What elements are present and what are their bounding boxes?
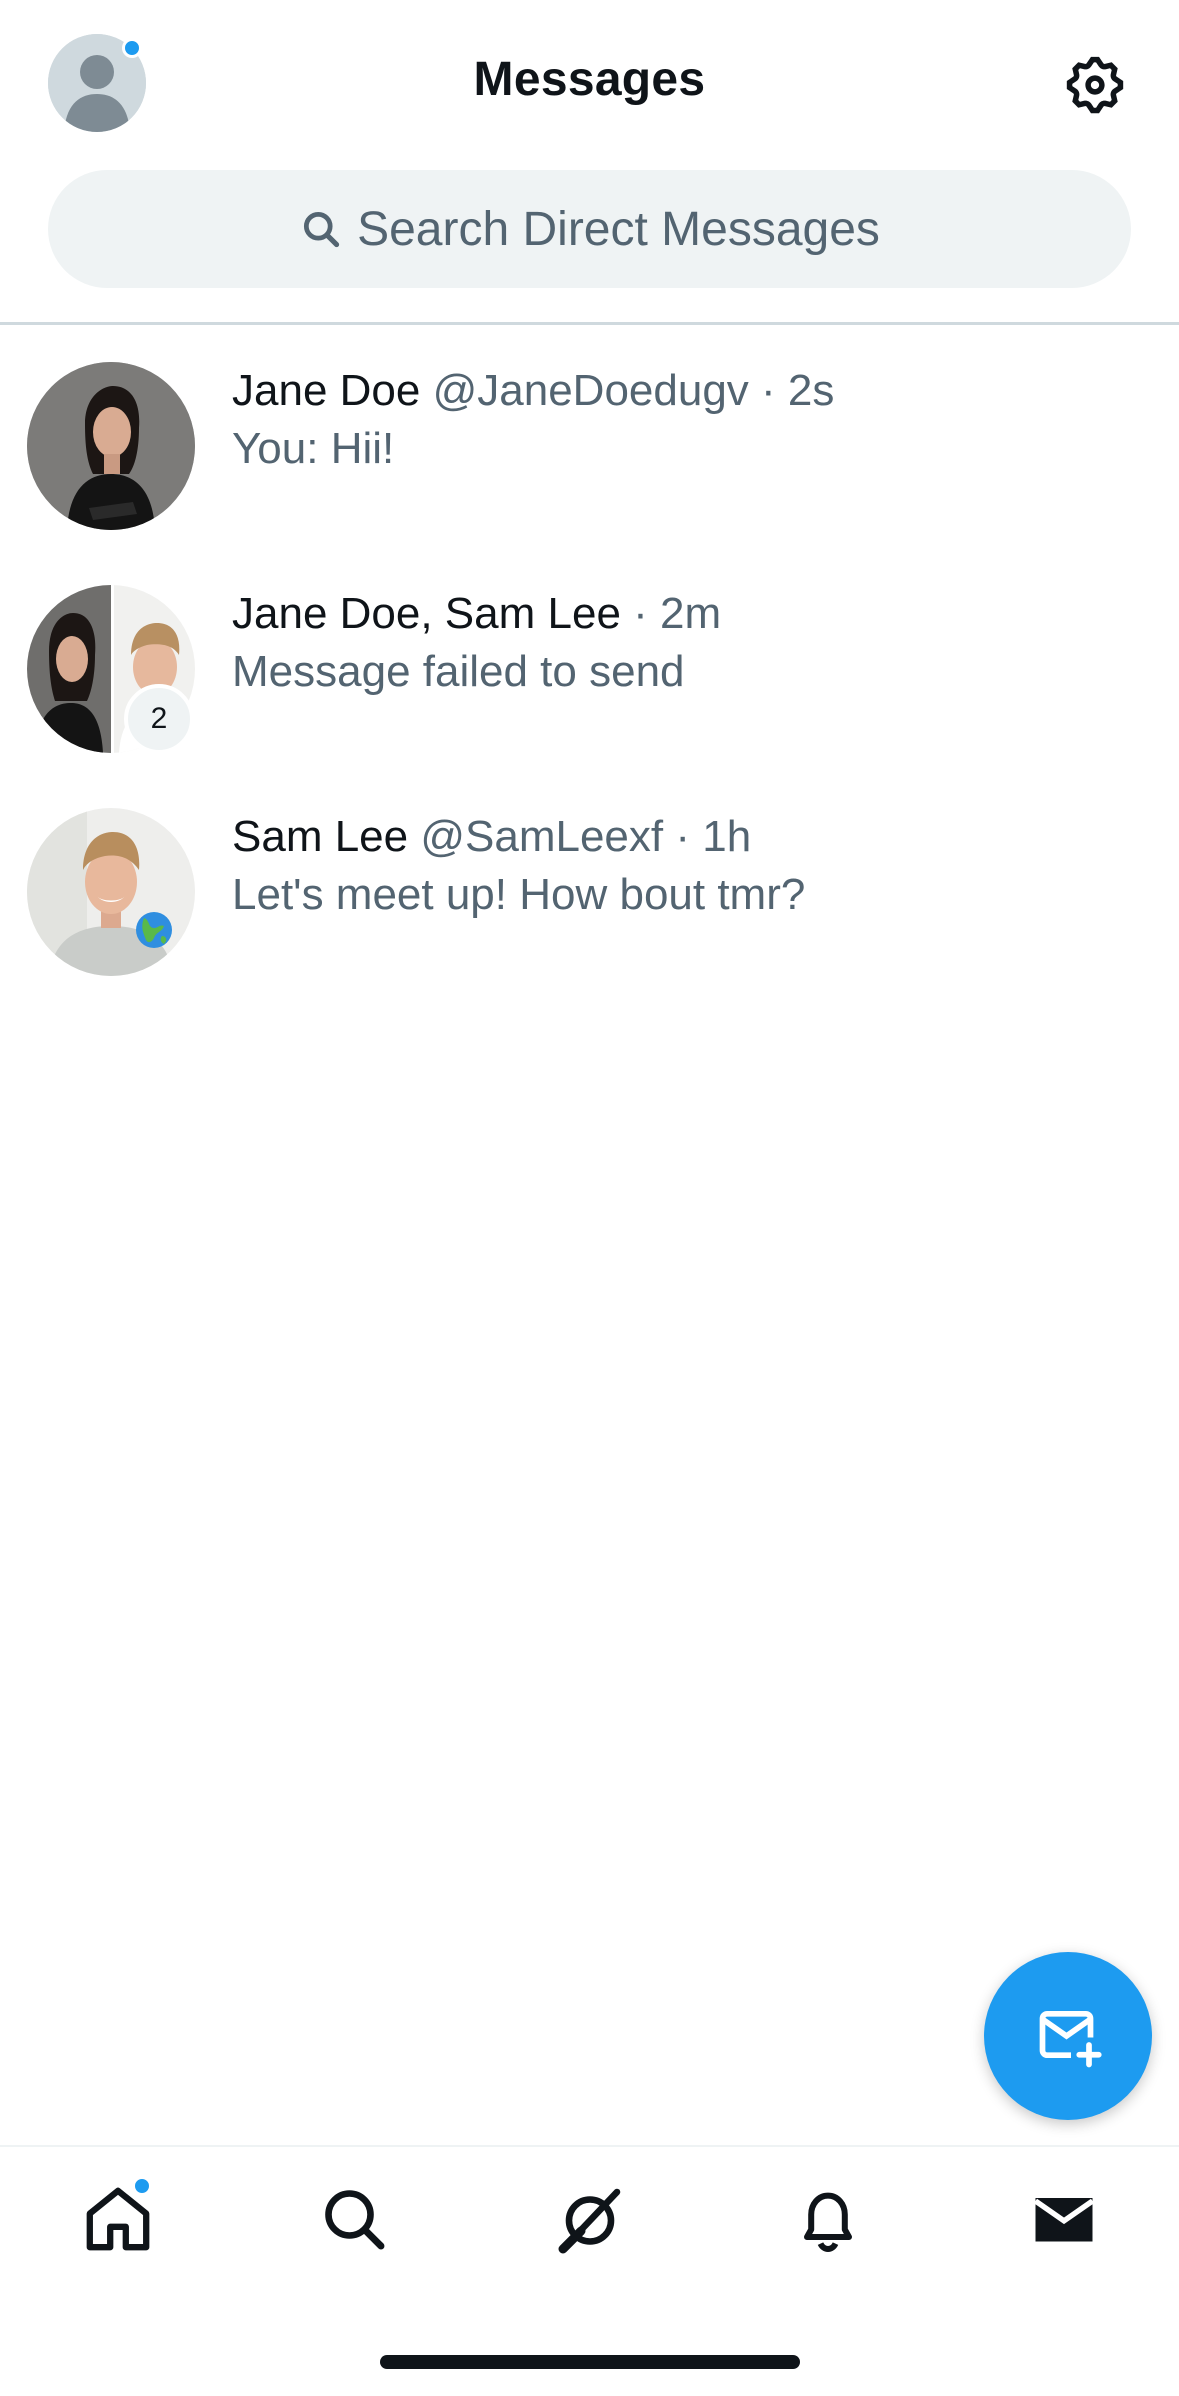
- conversation-text: Jane Doe, Sam Lee · 2m Message failed to…: [232, 585, 1132, 701]
- nav-notifications[interactable]: [792, 2183, 864, 2255]
- conversation-item[interactable]: Jane Doe, Sam Lee · 2m Message failed to…: [0, 585, 1179, 785]
- message-preview: You: Hii!: [232, 424, 395, 473]
- conversation-handle: @JaneDoedugv: [432, 366, 749, 415]
- avatar: [27, 808, 195, 976]
- nav-messages[interactable]: [1028, 2183, 1100, 2255]
- page-title: Messages: [473, 53, 706, 106]
- conversation-time: · 1h: [675, 812, 752, 861]
- conversation-name: Jane Doe, Sam Lee: [232, 589, 621, 638]
- search-icon: [325, 2190, 385, 2250]
- compose-message-icon: [1039, 2010, 1102, 2068]
- avatar: [27, 362, 195, 530]
- settings-button[interactable]: [1062, 52, 1128, 118]
- home-notification-dot: [132, 2176, 152, 2196]
- conversation-item[interactable]: Sam Lee @SamLeexf · 1h Let's meet up! Ho…: [0, 808, 1179, 1008]
- conversation-handle: @SamLeexf: [420, 812, 664, 861]
- search-input[interactable]: Search Direct Messages: [48, 170, 1131, 288]
- new-message-button[interactable]: [984, 1952, 1152, 2120]
- search-icon: [304, 211, 340, 248]
- conversation-name: Sam Lee: [232, 812, 409, 861]
- conversation-header: Jane Doe, Sam Lee · 2m: [232, 585, 1132, 643]
- conversation-item[interactable]: Jane Doe @JaneDoedugv · 2s You: Hii!: [0, 362, 1179, 562]
- participant-count-badge: 2: [124, 684, 194, 754]
- messages-icon: [1033, 2198, 1095, 2242]
- search-placeholder: Search Direct Messages: [357, 202, 880, 256]
- notifications-icon: [804, 2192, 852, 2253]
- jane-photo: [27, 362, 195, 530]
- conversation-text: Sam Lee @SamLeexf · 1h Let's meet up! Ho…: [232, 808, 1132, 924]
- nav-search[interactable]: [318, 2183, 390, 2255]
- conversation-header: Jane Doe @JaneDoedugv · 2s: [232, 362, 1132, 420]
- globe-emoji-icon: [136, 912, 172, 948]
- message-preview: Let's meet up! How bout tmr?: [232, 870, 806, 919]
- spaces-icon: [558, 2188, 621, 2254]
- gear-icon: [1066, 56, 1124, 114]
- conversation-name: Jane Doe: [232, 366, 421, 415]
- conversation-time: · 2s: [761, 366, 835, 415]
- sam-photo: [27, 808, 195, 976]
- divider: [0, 322, 1179, 325]
- nav-spaces[interactable]: [554, 2183, 626, 2255]
- header: Messages: [0, 0, 1179, 170]
- conversation-time: · 2m: [633, 589, 722, 638]
- home-indicator: [380, 2355, 800, 2369]
- messages-screen: Messages Search Direct Messages Jane Doe…: [0, 0, 1179, 2396]
- message-preview: Message failed to send: [232, 647, 685, 696]
- conversation-text: Jane Doe @JaneDoedugv · 2s You: Hii!: [232, 362, 1132, 478]
- conversation-header: Sam Lee @SamLeexf · 1h: [232, 808, 1132, 866]
